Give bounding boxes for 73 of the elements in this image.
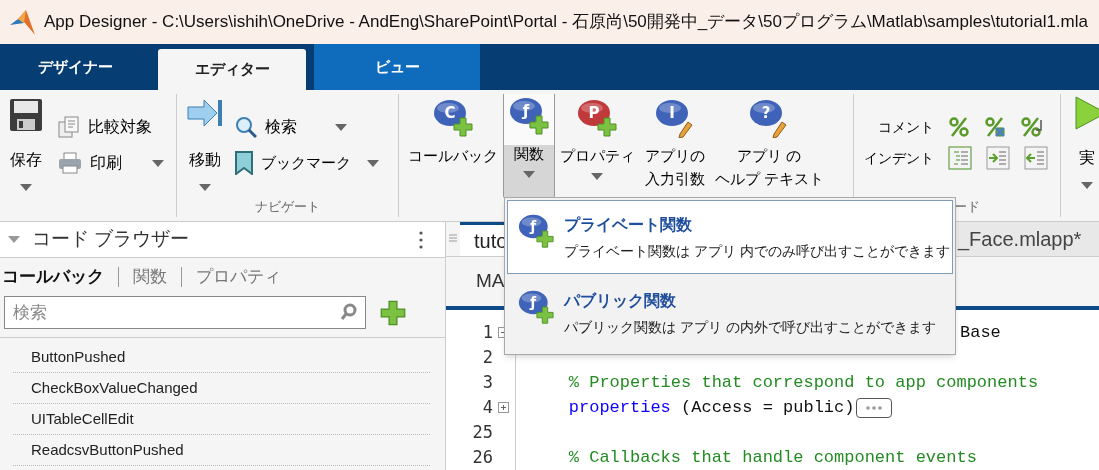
menu-item-description: パブリック関数は アプリ の内外で呼び出すことができます — [564, 318, 936, 337]
code-comment: % Properties that correspond to app components — [567, 371, 1039, 394]
browser-tab[interactable]: コールバック — [2, 264, 104, 290]
function-button[interactable]: ƒ 関数 — [502, 94, 555, 199]
line-number: 26 — [471, 445, 493, 469]
line-number: 3 — [481, 370, 493, 394]
button-label: アプリの — [644, 146, 705, 166]
indent-icon[interactable] — [986, 146, 1011, 170]
ribbon-tab[interactable]: エディター — [158, 49, 306, 90]
documents-icon — [58, 116, 80, 138]
add-icon[interactable] — [380, 299, 406, 326]
browser-tab[interactable]: プロパティ — [196, 264, 281, 290]
arrow-to-bar-icon — [187, 98, 224, 128]
indent-label: インデント — [863, 148, 935, 168]
go-to-button[interactable]: 移動 — [185, 94, 226, 197]
compare-button[interactable]: 比較対象 — [58, 114, 164, 140]
printer-icon — [58, 152, 82, 174]
browser-tab[interactable]: 関数 — [133, 264, 167, 290]
collapse-caret-icon[interactable] — [8, 236, 20, 243]
smart-indent-icon[interactable] — [948, 146, 973, 170]
play-icon — [1075, 96, 1099, 130]
comment-icon[interactable] — [948, 116, 971, 138]
save-button[interactable]: 保存 — [6, 94, 46, 197]
code-text: Base — [960, 321, 1001, 344]
search-icon — [235, 116, 258, 138]
input-arguments-button[interactable]: I アプリの 入力引数 — [639, 94, 710, 198]
line-number: 25 — [471, 420, 493, 444]
ellipsis-icon — [865, 405, 884, 410]
app-logo — [8, 9, 36, 35]
code-keyword: properties — [567, 396, 671, 419]
menu-item[interactable]: ƒ プライベート関数 プライベート関数は アプリ 内でのみ呼び出すことができます — [507, 200, 953, 274]
callback-button[interactable]: C コールバック — [402, 94, 503, 198]
find-button[interactable]: 検索 — [235, 114, 380, 140]
menu-item[interactable]: ƒ パブリック関数 パブリック関数は アプリ の内外で呼び出すことができます — [507, 276, 953, 350]
help-text-button[interactable]: ? アプリ の ヘルプ テキスト — [709, 94, 829, 198]
more-options-icon[interactable] — [419, 230, 423, 249]
code-text: (Access = public) — [680, 396, 855, 419]
search-icon — [340, 303, 358, 321]
line-number: 4 — [481, 395, 493, 419]
outdent-icon[interactable] — [1024, 146, 1049, 170]
list-item[interactable]: UITableCellEdit — [13, 404, 430, 435]
bookmark-icon — [235, 151, 254, 175]
property-button[interactable]: P プロパティ — [554, 94, 640, 198]
panel-title: コード ブラウザー — [32, 227, 191, 252]
button-label: アプリ の — [737, 146, 802, 166]
comment-label: コメント — [877, 117, 935, 137]
button-label: プロパティ — [559, 146, 635, 166]
line-number: 2 — [481, 345, 493, 369]
list-item[interactable]: ReadcsvButtonPushed — [13, 435, 430, 466]
menu-item-description: プライベート関数は アプリ 内でのみ呼び出すことができます — [564, 242, 950, 261]
search-field[interactable]: 検索 — [4, 296, 366, 329]
list-item[interactable]: CheckBoxValueChanged — [13, 373, 430, 404]
button-label: 関数 — [513, 144, 544, 164]
button-label: コールバック — [407, 146, 498, 166]
uncomment-icon[interactable] — [984, 116, 1007, 138]
view-label[interactable]: MA — [476, 267, 505, 296]
group-label: ナビゲート — [255, 198, 320, 217]
grip-icon[interactable] — [449, 234, 457, 244]
wrap-comment-icon[interactable] — [1020, 116, 1043, 138]
button-label: ヘルプ テキスト — [714, 169, 824, 189]
folded-code-button[interactable] — [856, 397, 893, 418]
ribbon-tab[interactable]: ビュー — [314, 44, 480, 90]
window-title: App Designer - C:\Users\ishih\OneDrive - AndEng\SharePoint\Portal - 石原尚\50開発中_データ\50プログラム\Matlab\samples\tutorial1.mla — [44, 11, 1088, 34]
menu-item-title: パブリック関数 — [564, 291, 677, 311]
menu-item-title: プライベート関数 — [564, 215, 693, 235]
expand-box-icon[interactable] — [497, 402, 509, 413]
line-number: 1 — [481, 320, 493, 344]
button-label: 入力引数 — [644, 169, 705, 189]
code-comment: % Callbacks that handle component events — [567, 446, 977, 469]
list-item[interactable]: ButtonPushed — [13, 342, 430, 373]
run-button[interactable]: 実 — [1061, 90, 1099, 221]
print-button[interactable]: 印刷 — [58, 150, 164, 176]
bookmark-button[interactable]: ブックマーク — [235, 150, 380, 176]
